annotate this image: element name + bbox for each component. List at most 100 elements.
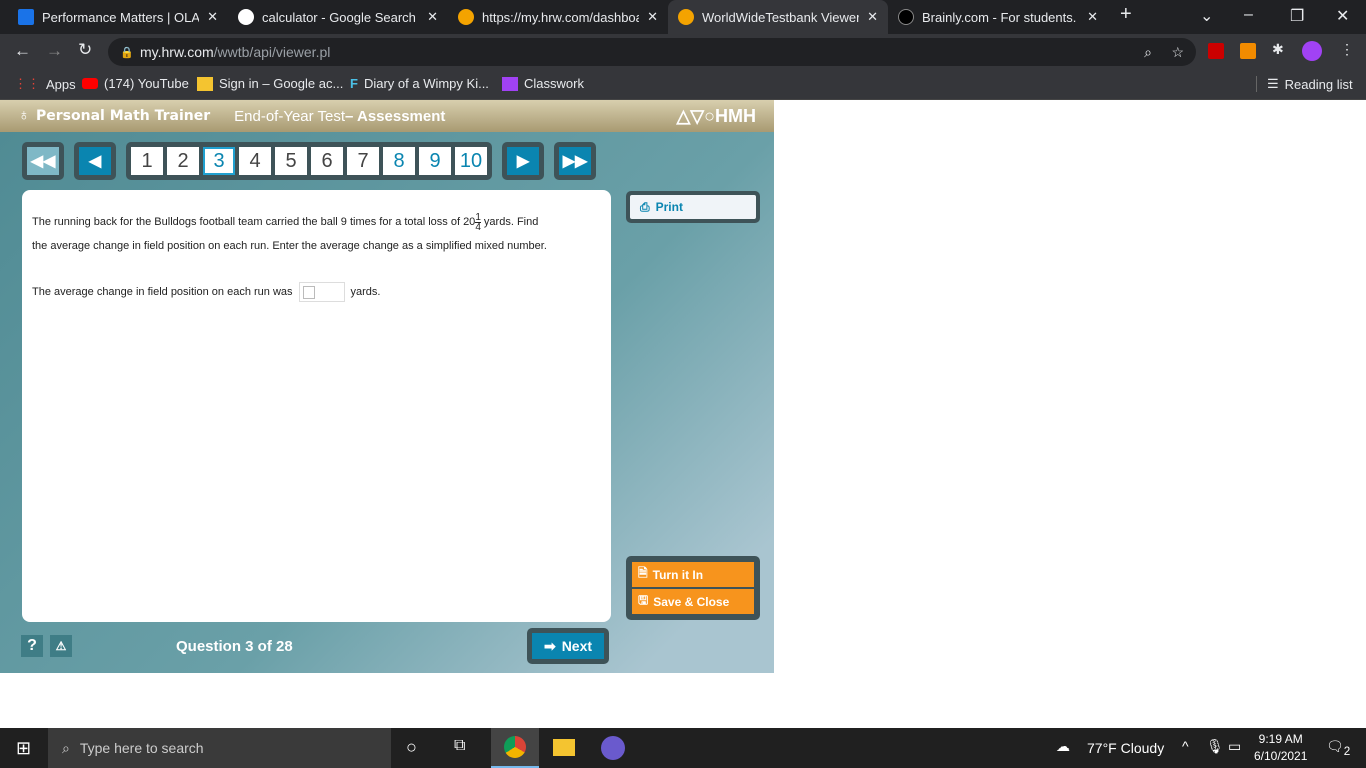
clock[interactable]: 9:19 AM 6/10/2021: [1254, 731, 1307, 765]
taskbar-search[interactable]: ⌕ Type here to search: [48, 728, 391, 768]
toolbar: ← → ↻ 🔒 my.hrw.com/wwtb/api/viewer.pl ⌕ …: [0, 34, 1366, 68]
notifications-icon[interactable]: 🗨2: [1326, 738, 1350, 758]
page-3-button[interactable]: 3: [203, 147, 235, 175]
zoom-icon[interactable]: ⌕: [1144, 44, 1152, 61]
date: 6/10/2021: [1254, 749, 1308, 763]
url-path: /wwtb/api/viewer.pl: [213, 44, 331, 60]
windows-start-icon[interactable]: ⊞: [16, 738, 31, 759]
question-part: the average change in field position on …: [32, 240, 547, 252]
page-8-button[interactable]: 8: [383, 147, 415, 175]
notification-count: 2: [1343, 744, 1351, 758]
close-icon[interactable]: ✕: [1087, 9, 1098, 25]
bookmark-label: Classwork: [524, 76, 584, 91]
print-label: Print: [655, 200, 683, 214]
submit-box: 🗎 Turn it In 🖫 Save & Close: [626, 556, 760, 620]
youtube-icon: [82, 78, 98, 89]
page-4-button[interactable]: 4: [239, 147, 271, 175]
tab-title: WorldWideTestbank Viewer: [702, 9, 860, 25]
reload-button[interactable]: ↻: [78, 40, 92, 60]
pdf-extension-icon[interactable]: [1208, 43, 1224, 59]
microphone-icon[interactable]: 🎙: [1206, 738, 1224, 755]
menu-icon[interactable]: ⋮: [1340, 41, 1354, 58]
app-header: ♁ Personal Math Trainer End-of-Year Test…: [0, 100, 774, 132]
close-icon[interactable]: ✕: [427, 9, 438, 25]
discord-icon[interactable]: [601, 736, 625, 760]
answer-prefix: The average change in field position on …: [32, 286, 293, 298]
cortana-icon[interactable]: ○: [406, 737, 417, 758]
tab-performance-matters[interactable]: Performance Matters | OLA ✕: [8, 0, 228, 34]
question-nav: ◀◀ ◀ 1 2 3 4 5 6 7 8 9 10 ▶ ▶▶: [22, 142, 596, 180]
bookmark-wimpy-kid[interactable]: F Diary of a Wimpy Ki...: [350, 76, 489, 91]
page-5-button[interactable]: 5: [275, 147, 307, 175]
tab-search-icon[interactable]: ⌄: [1200, 6, 1213, 26]
profile-avatar[interactable]: [1302, 41, 1322, 61]
tab-title: Brainly.com - For students. By: [922, 9, 1080, 25]
hmh-text: HMH: [715, 105, 756, 126]
bookmark-classwork[interactable]: Classwork: [502, 76, 584, 91]
favicon-icon: [898, 9, 914, 25]
file-explorer-icon[interactable]: [553, 739, 575, 756]
first-question-button[interactable]: ◀◀: [27, 147, 59, 175]
answer-input[interactable]: [298, 282, 345, 302]
page-6-button[interactable]: 6: [311, 147, 343, 175]
maximize-button[interactable]: ❐: [1290, 6, 1304, 26]
url-domain: my.hrw.com: [140, 44, 214, 60]
minimize-button[interactable]: –: [1244, 6, 1253, 24]
help-button[interactable]: ?: [21, 635, 43, 657]
tab-strip: Performance Matters | OLA ✕ calculator - …: [0, 0, 1366, 34]
address-bar[interactable]: 🔒 my.hrw.com/wwtb/api/viewer.pl ⌕ ☆: [108, 38, 1196, 66]
reading-list-icon: ☰: [1267, 76, 1279, 91]
bookmark-apps[interactable]: ⋮⋮ Apps: [14, 76, 76, 92]
page-2-button[interactable]: 2: [167, 147, 199, 175]
tray-chevron-icon[interactable]: ^: [1182, 738, 1189, 754]
reading-list[interactable]: ☰ Reading list: [1256, 76, 1353, 92]
hmh-logo: △▽○HMH: [676, 105, 756, 126]
warning-button[interactable]: ⚠: [50, 635, 72, 657]
bookmark-youtube[interactable]: (174) YouTube: [82, 76, 189, 91]
close-icon[interactable]: ✕: [867, 9, 878, 25]
next-question-arrow-button[interactable]: ▶: [507, 147, 539, 175]
print-button[interactable]: ⎙ Print: [630, 195, 756, 219]
task-view-icon[interactable]: ⧉: [454, 737, 465, 755]
pmt-logo-icon: ♁: [18, 107, 30, 124]
network-icon[interactable]: ▭: [1228, 738, 1241, 755]
chrome-icon: [504, 736, 526, 758]
chrome-taskbar-button[interactable]: [491, 728, 539, 768]
extension-icon[interactable]: [1240, 43, 1256, 59]
f-icon: F: [350, 76, 358, 91]
tab-worldwidetestbank[interactable]: WorldWideTestbank Viewer ✕: [668, 0, 888, 34]
tab-title: https://my.hrw.com/dashboard: [482, 9, 640, 25]
cloud-icon: ☁: [1056, 738, 1070, 754]
weather-text[interactable]: 77°F Cloudy: [1087, 740, 1164, 756]
turn-it-in-button[interactable]: 🗎 Turn it In: [632, 562, 754, 587]
new-tab-button[interactable]: +: [1120, 3, 1132, 26]
extensions-puzzle-icon[interactable]: ✱: [1272, 41, 1284, 58]
tab-brainly[interactable]: Brainly.com - For students. By ✕: [888, 0, 1108, 34]
answer-suffix: yards.: [350, 286, 381, 298]
forward-button[interactable]: →: [46, 41, 63, 61]
last-question-button[interactable]: ▶▶: [559, 147, 591, 175]
page-1-button[interactable]: 1: [131, 147, 163, 175]
pmt-viewer: ♁ Personal Math Trainer End-of-Year Test…: [0, 100, 774, 673]
answer-line: The average change in field position on …: [32, 282, 601, 302]
tab-hrw-dashboard[interactable]: https://my.hrw.com/dashboard ✕: [448, 0, 668, 34]
arrow-right-icon: ➡: [543, 637, 556, 654]
back-button[interactable]: ←: [14, 41, 31, 61]
classwork-icon: [502, 76, 518, 91]
save-close-button[interactable]: 🖫 Save & Close: [632, 589, 754, 614]
next-button[interactable]: ➡ Next: [532, 633, 604, 659]
close-window-button[interactable]: ✕: [1336, 6, 1349, 26]
answer-value: [302, 285, 315, 299]
close-icon[interactable]: ✕: [207, 9, 218, 25]
app-brand: Personal Math Trainer: [36, 108, 211, 124]
page-7-button[interactable]: 7: [347, 147, 379, 175]
previous-question-button[interactable]: ◀: [79, 147, 111, 175]
page-10-button[interactable]: 10: [455, 147, 487, 175]
page-9-button[interactable]: 9: [419, 147, 451, 175]
close-icon[interactable]: ✕: [647, 9, 658, 25]
bookmark-star-icon[interactable]: ☆: [1171, 44, 1184, 61]
tab-calculator[interactable]: calculator - Google Search ✕: [228, 0, 448, 34]
print-box: ⎙ Print: [626, 191, 760, 223]
bookmark-google-signin[interactable]: Sign in – Google ac...: [197, 76, 343, 91]
test-name: End-of-Year Test: [234, 107, 346, 125]
